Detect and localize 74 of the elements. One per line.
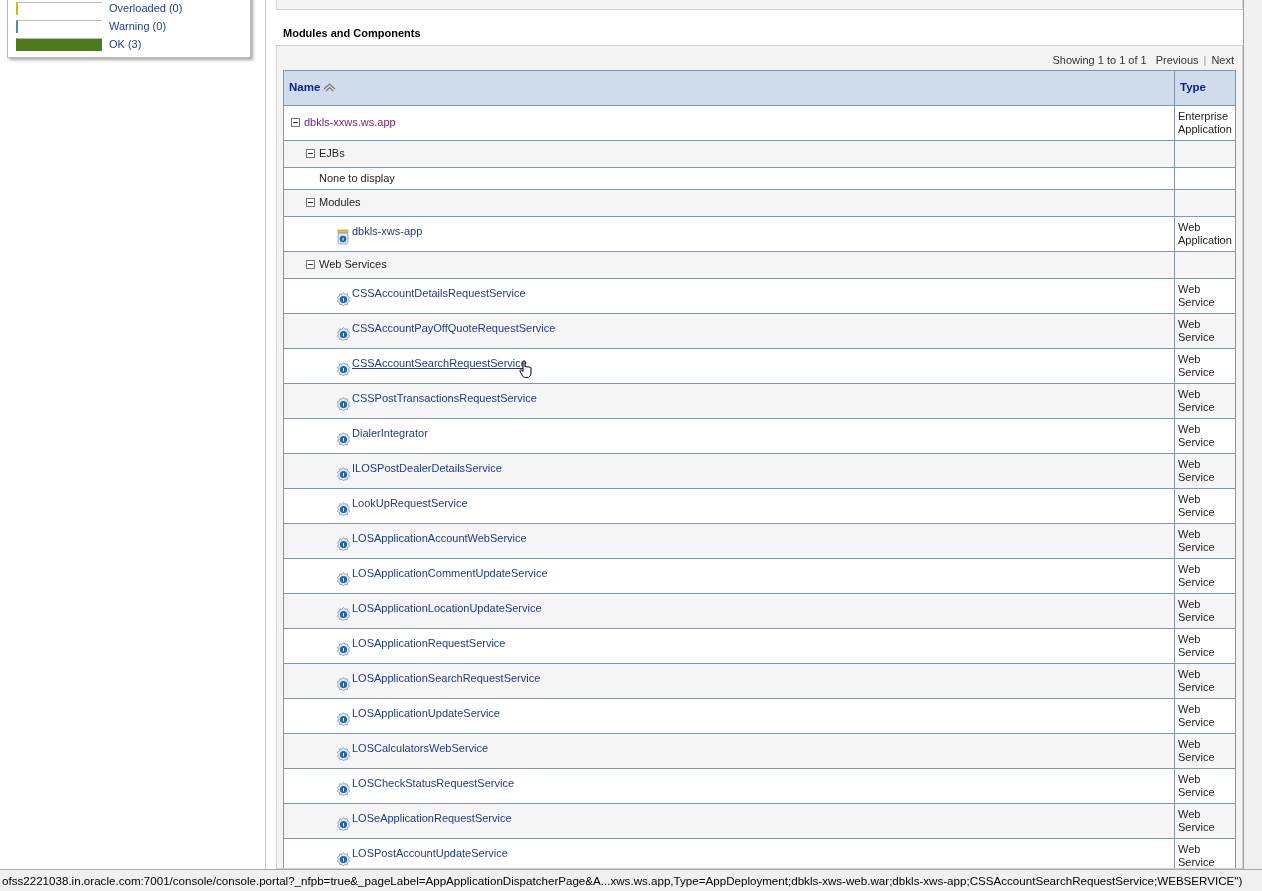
type-label: Enterprise Application xyxy=(1178,109,1232,135)
legend-link[interactable]: Overloaded (0) xyxy=(109,0,183,17)
next-link[interactable]: Next xyxy=(1211,52,1234,69)
type-label: Web Service xyxy=(1178,667,1215,693)
type-label: Web Service xyxy=(1178,492,1215,518)
gear-icon xyxy=(336,395,351,412)
service-link[interactable]: LOSApplicationRequestService xyxy=(352,635,506,652)
gear-icon xyxy=(336,815,351,832)
group-label: EJBs xyxy=(319,146,345,162)
type-label: Web Service xyxy=(1178,352,1215,378)
legend-link[interactable]: OK (3) xyxy=(109,35,142,53)
service-link[interactable]: LOSApplicationCommentUpdateService xyxy=(352,565,548,582)
type-label: Web Service xyxy=(1178,702,1215,728)
legend-link[interactable]: Warning (0) xyxy=(109,17,167,35)
web-module-icon xyxy=(336,228,351,245)
gear-icon xyxy=(336,465,351,482)
type-label: Web Service xyxy=(1178,562,1215,588)
service-link[interactable]: ILOSPostDealerDetailsService xyxy=(352,460,502,477)
type-label: Web Service xyxy=(1178,807,1215,833)
service-link[interactable]: DialerIntegrator xyxy=(352,425,428,442)
type-label: Web Service xyxy=(1178,422,1215,448)
sort-icon[interactable] xyxy=(323,82,337,93)
type-label: Web Service xyxy=(1178,772,1215,798)
gear-icon xyxy=(336,780,351,797)
gear-icon xyxy=(336,535,351,552)
service-link[interactable]: LOSApplicationUpdateService xyxy=(352,705,500,722)
module-link[interactable]: dbkls-xws-app xyxy=(352,223,423,240)
type-label: Web Service xyxy=(1178,842,1215,868)
empty-message: None to display xyxy=(319,170,395,186)
type-label: Web Service xyxy=(1178,737,1215,763)
pager-status: Showing 1 to 1 of 1 xyxy=(1052,53,1147,69)
type-label: Web Service xyxy=(1178,317,1215,343)
gear-icon xyxy=(336,290,351,307)
pager-separator: | xyxy=(1203,53,1207,69)
type-label: Web Service xyxy=(1178,632,1215,658)
service-link[interactable]: CSSPostTransactionsRequestService xyxy=(352,390,537,407)
previous-link[interactable]: Previous xyxy=(1155,52,1199,69)
gear-icon xyxy=(336,570,351,587)
gear-icon xyxy=(336,745,351,762)
gear-icon xyxy=(336,675,351,692)
type-label: Web Service xyxy=(1178,457,1215,483)
type-label: Web Application xyxy=(1178,220,1232,246)
collapse-icon[interactable] xyxy=(291,118,300,127)
service-link[interactable]: CSSAccountPayOffQuoteRequestService xyxy=(352,320,556,337)
service-link[interactable]: LOSApplicationSearchRequestService xyxy=(352,670,541,687)
group-label: Web Services xyxy=(319,257,387,273)
service-link[interactable]: LOSApplicationLocationUpdateService xyxy=(352,600,542,617)
gear-icon xyxy=(336,710,351,727)
type-label: Web Service xyxy=(1178,387,1215,413)
section-title: Modules and Components xyxy=(282,26,422,41)
service-link[interactable]: LOSApplicationAccountWebService xyxy=(352,530,527,547)
type-label: Web Service xyxy=(1178,282,1215,308)
column-header-link[interactable]: Name xyxy=(289,78,321,97)
type-label: Web Service xyxy=(1178,527,1215,553)
service-link[interactable]: CSSAccountDetailsRequestService xyxy=(352,285,526,302)
application-link[interactable]: dbkls-xxws.ws.app xyxy=(304,114,396,131)
type-label: Web Service xyxy=(1178,597,1215,623)
gear-icon xyxy=(336,500,351,517)
collapse-icon[interactable] xyxy=(306,149,315,158)
status-text: ofss2221038.in.oracle.com:7001/console/console.portal?_nfpb=true&_pageLabel=AppApplicationDispatcherPage&A...xws.ws.app,Type=AppDeployment;dbkls-xws-web.war;dbkls-xws-app;CSSAccountSearchRequestService;WEBSERVICE") xyxy=(2,872,1243,889)
service-link[interactable]: LookUpRequestService xyxy=(352,495,468,512)
collapse-icon[interactable] xyxy=(306,198,315,207)
gear-icon xyxy=(336,430,351,447)
scrollbar[interactable] xyxy=(1243,0,1262,869)
collapse-icon[interactable] xyxy=(306,260,315,269)
group-label: Modules xyxy=(319,195,361,211)
gear-icon xyxy=(336,640,351,657)
service-link[interactable]: LOSeApplicationRequestService xyxy=(352,810,512,827)
service-link[interactable]: LOSCheckStatusRequestService xyxy=(352,775,515,792)
gear-icon xyxy=(336,605,351,622)
service-link[interactable]: LOSPostAccountUpdateService xyxy=(352,845,508,862)
service-link[interactable]: LOSCalculatorsWebService xyxy=(352,740,489,757)
gear-icon xyxy=(336,360,351,377)
gear-icon xyxy=(336,325,351,342)
